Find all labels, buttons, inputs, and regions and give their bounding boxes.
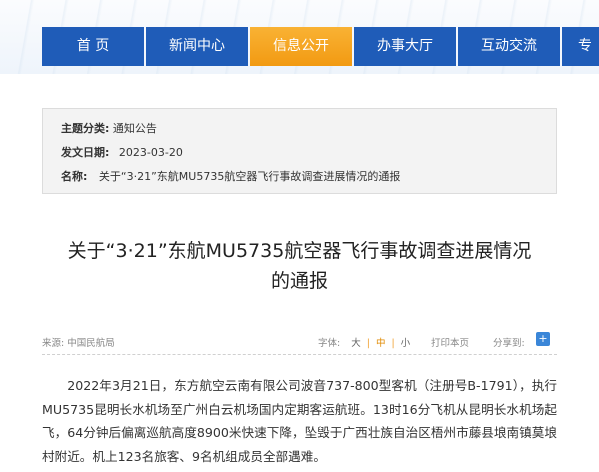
- nav-home[interactable]: 首 页: [42, 27, 144, 66]
- print-page-link[interactable]: 打印本页: [431, 335, 469, 349]
- article-title: 关于“3·21”东航MU5735航空器飞行事故调查进展情况 的通报: [20, 236, 579, 296]
- share-plus-icon[interactable]: +: [536, 332, 550, 346]
- nav-news-center[interactable]: 新闻中心: [146, 27, 248, 66]
- share-label: 分享到:: [493, 338, 525, 349]
- meta-date-row: 发文日期: 2023-03-20: [61, 144, 183, 160]
- font-size-small-button[interactable]: 小: [401, 338, 411, 349]
- article-source: 来源: 中国民航局: [42, 338, 115, 349]
- nav-service-hall[interactable]: 办事大厅: [354, 27, 456, 66]
- article-title-line1: 关于“3·21”东航MU5735航空器飞行事故调查进展情况: [67, 240, 532, 262]
- font-size-label: 字体:: [318, 338, 341, 349]
- main-nav: 首 页 新闻中心 信息公开 办事大厅 互动交流 专: [42, 27, 599, 66]
- meta-category-row: 主题分类: 通知公告: [61, 120, 157, 136]
- article-title-line2: 的通报: [270, 270, 328, 292]
- meta-category-key: 主题分类:: [61, 122, 110, 135]
- meta-name-value: 关于“3·21”东航MU5735航空器飞行事故调查进展情况的通报: [98, 170, 401, 183]
- font-size-separator: |: [366, 338, 370, 349]
- nav-info-disclosure[interactable]: 信息公开: [250, 27, 352, 66]
- meta-category-value: 通知公告: [112, 122, 157, 135]
- font-size-large-button[interactable]: 大: [351, 338, 361, 349]
- meta-date-value: 2023-03-20: [118, 146, 183, 159]
- font-size-control: 字体: 大 | 中 | 小: [318, 335, 410, 349]
- nav-interaction[interactable]: 互动交流: [458, 27, 560, 66]
- font-size-medium-button[interactable]: 中: [376, 338, 386, 349]
- meta-name-row: 名称: 关于“3·21”东航MU5735航空器飞行事故调查进展情况的通报: [61, 168, 400, 184]
- article-toolbar: 来源: 中国民航局 字体: 大 | 中 | 小 打印本页 分享到: +: [42, 328, 557, 355]
- nav-special[interactable]: 专: [562, 27, 599, 66]
- meta-name-key: 名称:: [61, 170, 88, 183]
- article-paragraph: 2022年3月21日，东方航空云南有限公司波音737-800型客机（注册号B-1…: [42, 378, 557, 464]
- document-meta-box: 主题分类: 通知公告 发文日期: 2023-03-20 名称: 关于“3·21”…: [42, 108, 557, 194]
- font-size-separator: |: [391, 338, 395, 349]
- meta-date-key: 发文日期:: [61, 146, 110, 159]
